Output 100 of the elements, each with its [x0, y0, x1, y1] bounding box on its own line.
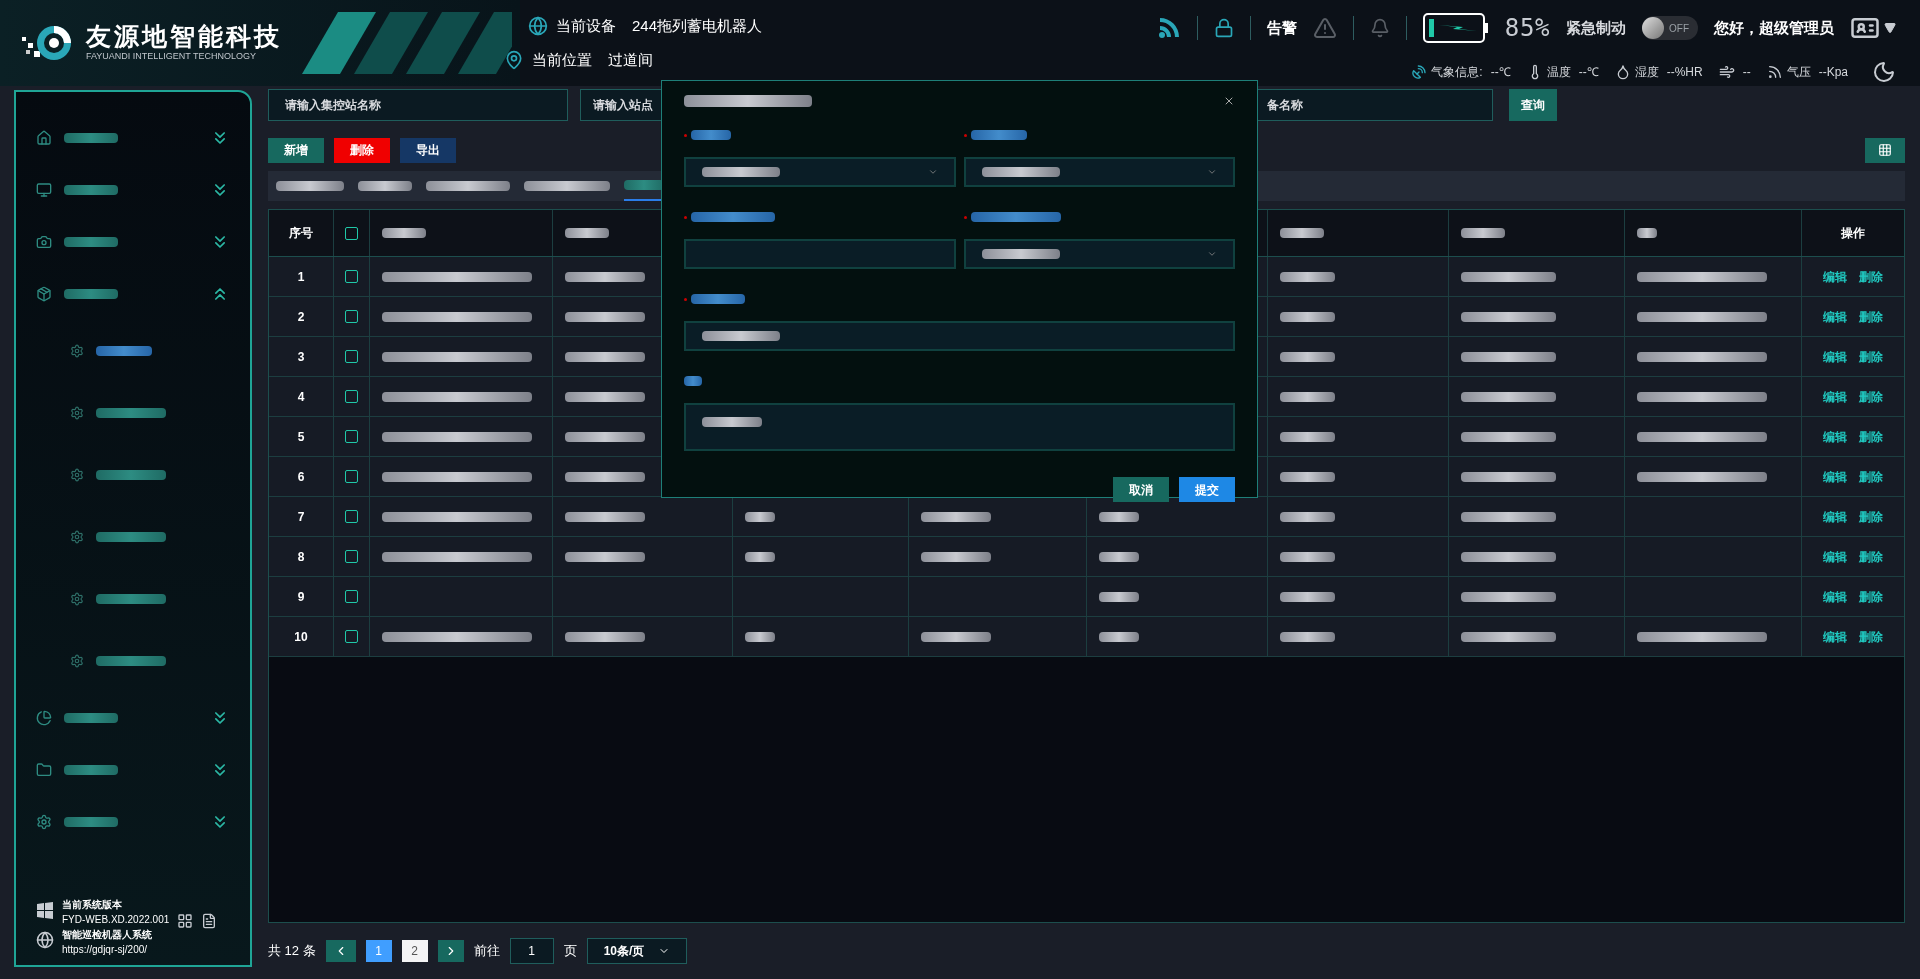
- edit-link[interactable]: 编辑: [1823, 427, 1847, 446]
- weather-value: --: [1742, 64, 1751, 81]
- export-button[interactable]: 导出: [400, 137, 456, 163]
- select-field[interactable]: [963, 157, 1235, 187]
- delete-link[interactable]: 删除: [1859, 307, 1883, 326]
- blurred-text: [358, 181, 412, 191]
- delete-link[interactable]: 删除: [1859, 547, 1883, 566]
- page-button[interactable]: 2: [401, 940, 428, 962]
- add-button[interactable]: 新增: [268, 137, 324, 163]
- row-checkbox[interactable]: [345, 310, 358, 323]
- weather-label: 气象信息:: [1431, 64, 1483, 81]
- notes-icon[interactable]: [201, 913, 218, 929]
- blurred-text: [64, 185, 118, 195]
- edit-link[interactable]: 编辑: [1823, 627, 1847, 646]
- home-icon: [36, 130, 52, 146]
- page-size-select[interactable]: 10条/页: [586, 938, 687, 964]
- system-url[interactable]: https://gdjqr-sj/200/: [62, 942, 170, 957]
- delete-link[interactable]: 删除: [1859, 267, 1883, 286]
- row-checkbox[interactable]: [345, 550, 358, 563]
- signal-icon[interactable]: [1156, 16, 1181, 40]
- input-field[interactable]: [684, 239, 956, 269]
- edit-link[interactable]: 编辑: [1823, 507, 1847, 526]
- table-header-cell: 序号: [269, 210, 334, 256]
- submit-button[interactable]: 提交: [1179, 477, 1235, 502]
- cog-icon: [70, 530, 84, 544]
- weather-value: --Kpa: [1818, 64, 1848, 81]
- select-all-checkbox[interactable]: [345, 226, 358, 240]
- delete-link[interactable]: 删除: [1859, 627, 1883, 646]
- row-checkbox[interactable]: [345, 350, 358, 363]
- edit-link[interactable]: 编辑: [1823, 587, 1847, 606]
- emergency-toggle[interactable]: OFF: [1642, 16, 1698, 40]
- logo-title: 友源地智能科技: [86, 22, 282, 51]
- grid-icon: [1878, 143, 1892, 157]
- table-cell: 6: [269, 457, 334, 496]
- page-input[interactable]: 1: [509, 938, 554, 964]
- delete-link[interactable]: 删除: [1859, 347, 1883, 366]
- blurred-text: [745, 551, 775, 562]
- moon-icon[interactable]: [1872, 60, 1896, 84]
- edit-link[interactable]: 编辑: [1823, 347, 1847, 366]
- table-cell: 4: [269, 377, 334, 416]
- blurred-text: [921, 511, 991, 522]
- total-count: 共 12 条: [268, 942, 316, 961]
- dropdown-caret-icon[interactable]: [1884, 22, 1896, 34]
- prev-page-button[interactable]: [325, 940, 356, 962]
- warning-icon[interactable]: [1312, 16, 1337, 40]
- edit-link[interactable]: 编辑: [1823, 547, 1847, 566]
- blurred-text: [691, 294, 745, 304]
- box-icon: [36, 286, 52, 302]
- grid-icon[interactable]: [177, 913, 194, 929]
- version-label: 当前系统版本: [62, 898, 123, 912]
- cog-icon: [70, 654, 84, 668]
- table-cell: 3: [269, 337, 334, 376]
- search-button[interactable]: 查询: [1509, 89, 1557, 121]
- select-field[interactable]: [684, 157, 956, 187]
- folder-icon: [36, 762, 52, 778]
- next-page-button[interactable]: [437, 940, 464, 962]
- columns-button[interactable]: [1865, 137, 1905, 163]
- location-label: 当前位置: [532, 50, 592, 70]
- bell-icon[interactable]: [1369, 18, 1390, 38]
- delete-link[interactable]: 删除: [1859, 587, 1883, 606]
- blurred-text: [691, 130, 731, 140]
- edit-link[interactable]: 编辑: [1823, 307, 1847, 326]
- alarm-label: 告警: [1266, 17, 1297, 38]
- select-field[interactable]: [963, 239, 1235, 269]
- textarea-field[interactable]: [684, 403, 1235, 451]
- delete-button[interactable]: 删除: [334, 137, 390, 163]
- camera-icon: [36, 234, 52, 250]
- edit-link[interactable]: 编辑: [1823, 387, 1847, 406]
- edit-link[interactable]: 编辑: [1823, 467, 1847, 486]
- delete-link[interactable]: 删除: [1859, 507, 1883, 526]
- delete-link[interactable]: 删除: [1859, 427, 1883, 446]
- search-field[interactable]: 请输入集控站名称: [268, 89, 568, 121]
- delete-link[interactable]: 删除: [1859, 387, 1883, 406]
- row-checkbox[interactable]: [345, 390, 358, 403]
- row-checkbox[interactable]: [345, 510, 358, 523]
- chevron-down-icon: [927, 167, 938, 177]
- cancel-button[interactable]: 取消: [1113, 477, 1169, 502]
- pressure-icon: [1766, 64, 1783, 80]
- delete-link[interactable]: 删除: [1859, 467, 1883, 486]
- input-field[interactable]: [684, 321, 1235, 351]
- chart-icon: [36, 710, 52, 726]
- edit-link[interactable]: 编辑: [1823, 267, 1847, 286]
- blurred-text: [1280, 311, 1335, 322]
- blurred-text: [702, 417, 762, 427]
- row-checkbox[interactable]: [345, 270, 358, 283]
- row-checkbox[interactable]: [345, 630, 358, 643]
- blurred-text: [745, 511, 775, 522]
- blurred-text: [1099, 551, 1139, 562]
- row-checkbox[interactable]: [345, 470, 358, 483]
- chevron-down-icon: [1207, 167, 1217, 177]
- weather-value: --℃: [1490, 64, 1511, 81]
- blurred-text: [1280, 351, 1335, 362]
- close-icon[interactable]: [1223, 95, 1235, 107]
- blurred-text: [624, 180, 664, 190]
- row-checkbox[interactable]: [345, 430, 358, 443]
- blurred-text: [970, 130, 1027, 140]
- row-checkbox[interactable]: [345, 590, 358, 603]
- wind-icon: [1718, 64, 1735, 80]
- lock-icon[interactable]: [1213, 18, 1234, 38]
- location-name: 过道间: [608, 50, 653, 70]
